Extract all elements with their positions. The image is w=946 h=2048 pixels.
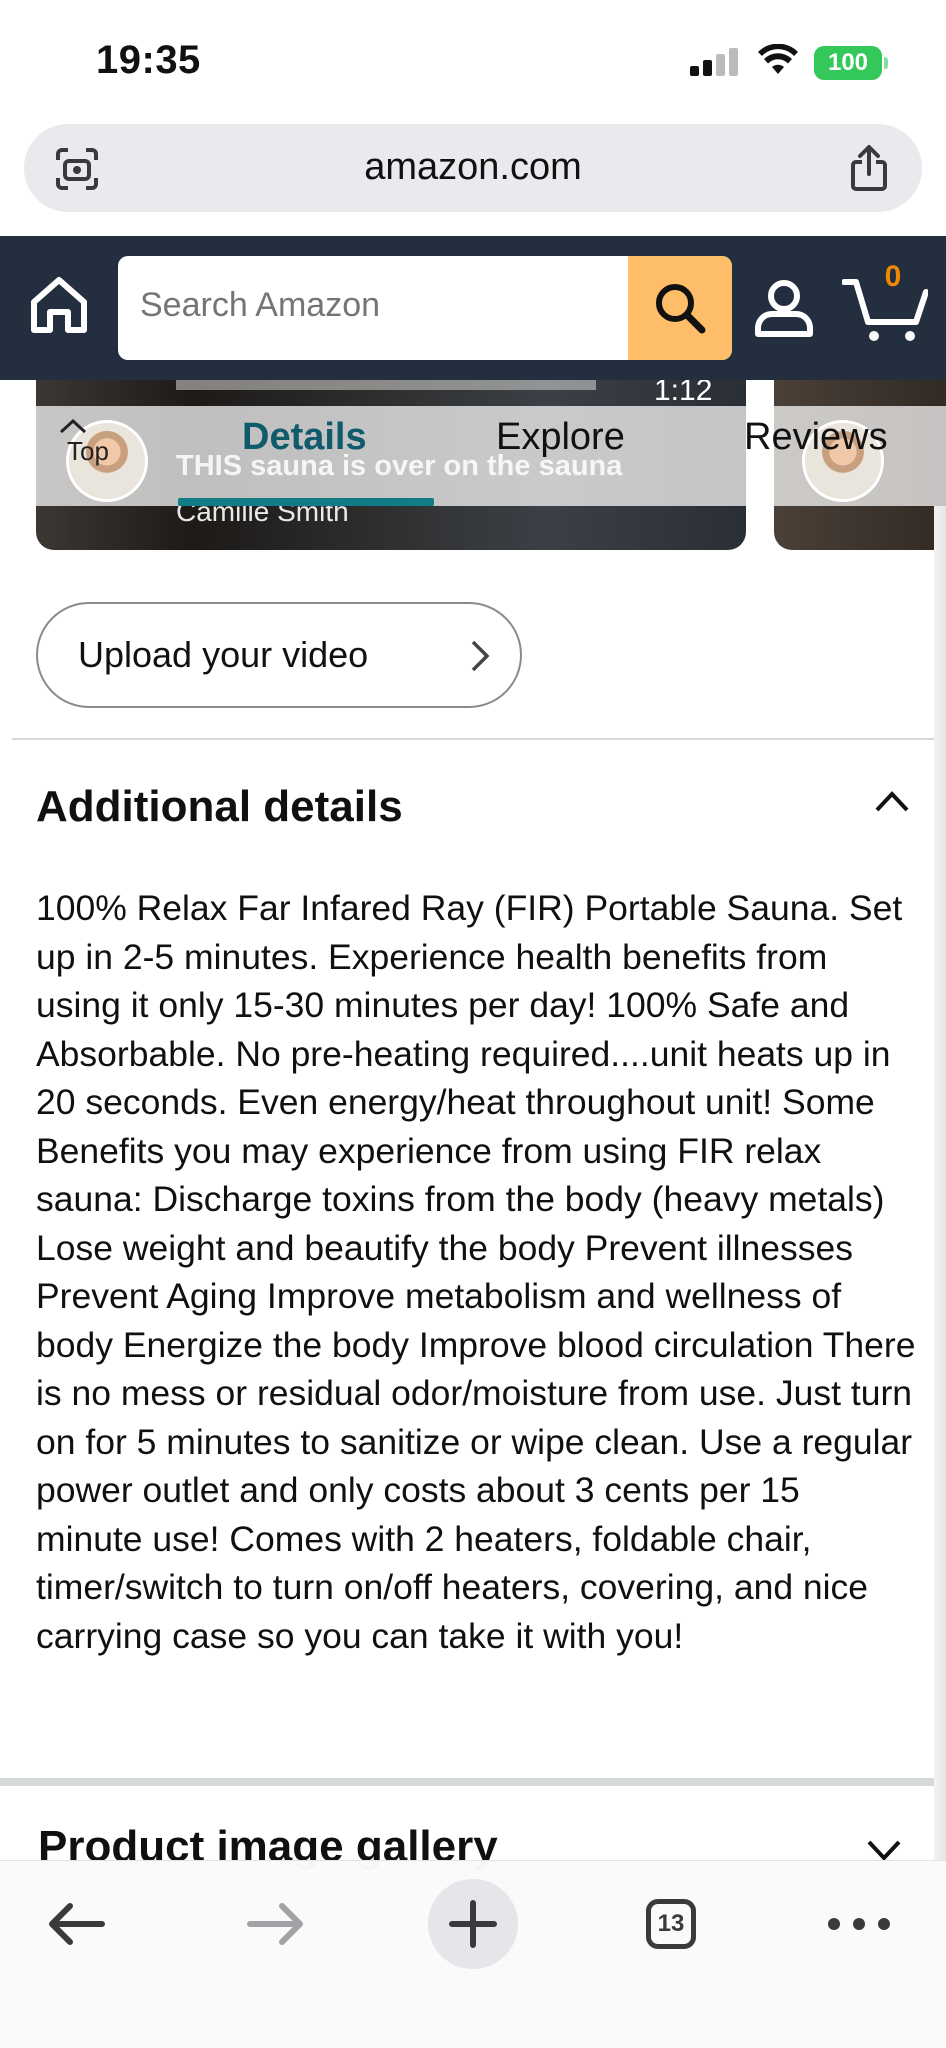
video-duration: 1:12 <box>654 380 713 407</box>
tab-details[interactable]: Details <box>242 416 367 459</box>
account-icon[interactable] <box>752 276 816 340</box>
cart-count: 0 <box>884 260 902 293</box>
wifi-icon <box>758 44 798 74</box>
chevron-right-icon <box>471 640 490 672</box>
forward-button[interactable] <box>230 1879 320 1969</box>
browser-url-bar[interactable]: amazon.com <box>24 124 922 212</box>
back-to-top-label: Top <box>67 436 109 466</box>
home-icon[interactable] <box>28 274 90 336</box>
search-icon <box>656 284 706 334</box>
sticky-tab-bar: THIS sauna is over on the sauna Camille … <box>0 406 946 527</box>
tab-reviews[interactable]: Reviews <box>744 416 888 459</box>
tab-explore[interactable]: Explore <box>496 416 625 459</box>
back-button[interactable] <box>32 1879 122 1969</box>
back-to-top-button[interactable]: Top <box>58 416 118 467</box>
cellular-signal-icon <box>690 48 738 76</box>
amazon-header: 0 <box>0 236 946 380</box>
chevron-up-icon <box>59 418 87 434</box>
section-divider <box>0 1778 946 1786</box>
tabs-button[interactable]: 13 <box>626 1879 716 1969</box>
additional-details-text: 100% Relax Far Infared Ray (FIR) Portabl… <box>36 888 916 1656</box>
section-divider <box>12 738 934 740</box>
forward-arrow-icon <box>247 1903 303 1945</box>
back-arrow-icon <box>49 1903 105 1945</box>
new-tab-button[interactable] <box>428 1879 518 1969</box>
cart-button[interactable]: 0 <box>841 260 929 344</box>
upload-video-button[interactable]: Upload your video <box>36 602 522 708</box>
share-icon[interactable] <box>846 144 892 192</box>
plus-icon <box>449 1900 497 1948</box>
search-button[interactable] <box>628 256 732 360</box>
more-icon <box>828 1918 890 1930</box>
chevron-up-icon[interactable] <box>872 786 912 816</box>
more-button[interactable] <box>814 1879 904 1969</box>
status-bar: 19:35 100 <box>0 0 946 120</box>
battery-indicator: 100 <box>814 46 888 80</box>
url-text: amazon.com <box>364 146 582 188</box>
search-box <box>118 256 732 360</box>
additional-details-heading[interactable]: Additional details <box>36 782 403 832</box>
upload-video-label: Upload your video <box>78 634 369 675</box>
tabs-icon: 13 <box>646 1899 696 1949</box>
browser-toolbar: 13 <box>0 1860 946 2048</box>
active-tab-indicator <box>178 498 434 506</box>
scroll-edge <box>934 506 946 1860</box>
search-input[interactable] <box>140 286 620 325</box>
status-time: 19:35 <box>96 38 201 82</box>
